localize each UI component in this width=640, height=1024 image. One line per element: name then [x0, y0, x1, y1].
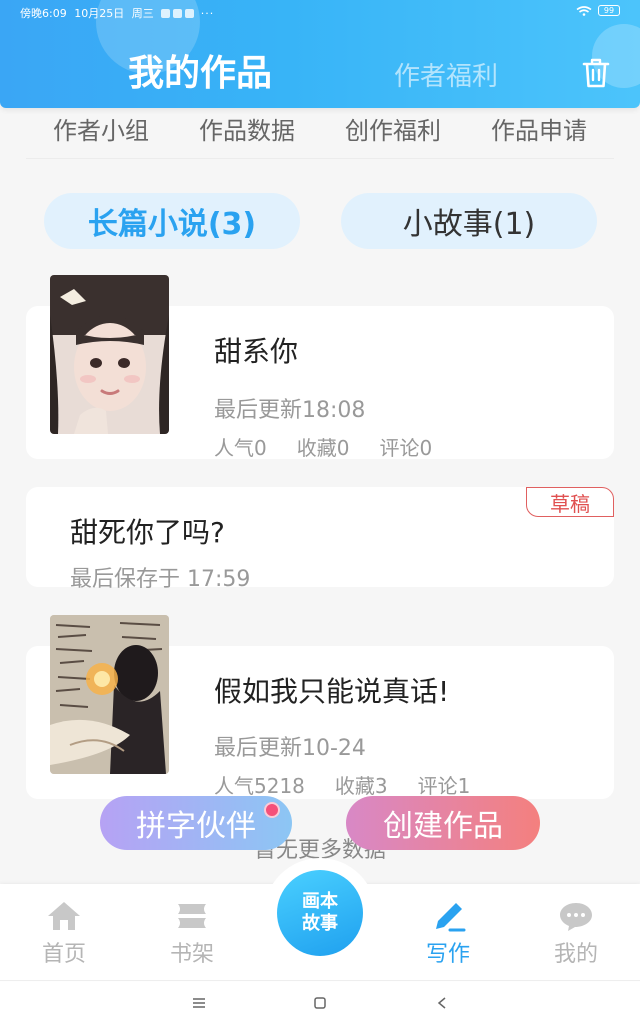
status-bar: 傍晚6:09 10月25日 周三 ··· 99 [0, 0, 640, 26]
status-time: 傍晚6:09 [20, 7, 67, 20]
trash-icon[interactable] [580, 56, 612, 90]
work-title: 甜系你 [214, 335, 299, 368]
work-stats: 人气0 收藏0 评论0 [214, 432, 432, 461]
nav-bookshelf-label: 书架 [169, 942, 214, 967]
work-cover-image[interactable] [50, 615, 169, 774]
nav-write[interactable]: 写作 [398, 884, 498, 980]
home-square-icon[interactable] [313, 996, 327, 1010]
system-nav-bar [0, 980, 640, 1024]
nav-home[interactable]: 首页 [14, 884, 114, 980]
work-title: 甜死你了吗? [70, 516, 225, 549]
picture-story-button[interactable]: 画本 故事 [277, 870, 363, 956]
wifi-icon [576, 5, 592, 16]
picture-story-label-2: 故事 [302, 913, 338, 934]
work-last-updated: 最后更新10-24 [214, 736, 366, 761]
divider [26, 158, 614, 159]
status-weekday: 周三 [131, 7, 154, 20]
tab-my-works[interactable]: 我的作品 [128, 44, 272, 96]
work-popularity: 人气0 [214, 436, 267, 460]
back-icon[interactable] [436, 996, 448, 1010]
home-icon [48, 902, 80, 930]
tab-short-story[interactable]: 小故事(1) [341, 193, 597, 249]
nav-home-label: 首页 [41, 942, 86, 967]
work-title: 假如我只能说真话! [214, 675, 450, 708]
status-left: 傍晚6:09 10月25日 周三 ··· [20, 5, 218, 21]
notification-dot [264, 802, 280, 818]
work-stats: 人气5218 收藏3 评论1 [214, 770, 470, 799]
work-last-saved: 最后保存于 17:59 [70, 567, 251, 592]
app-header: 傍晚6:09 10月25日 周三 ··· 99 我的作品 作者福利 [0, 0, 640, 108]
tab-author-benefits[interactable]: 作者福利 [394, 56, 498, 93]
writing-partner-label: 拼字伙伴 [136, 809, 256, 844]
battery-icon: 99 [598, 5, 620, 16]
notification-icon [185, 9, 195, 18]
work-favorites: 收藏0 [296, 436, 350, 460]
nav-mine-label: 我的 [553, 942, 598, 967]
create-work-label: 创建作品 [383, 809, 503, 844]
draft-card[interactable]: 甜死你了吗? 最后保存于 17:59 草稿 [26, 487, 614, 592]
nav-bookshelf[interactable]: 书架 [142, 884, 242, 980]
nav-mine[interactable]: 我的 [526, 884, 626, 980]
writing-partner-button[interactable]: 拼字伙伴 [100, 796, 292, 850]
submenu-item-work-application[interactable]: 作品申请 [491, 111, 587, 146]
author-submenu: 作者小组 作品数据 创作福利 作品申请 [0, 100, 640, 156]
work-favorites: 收藏3 [334, 774, 388, 798]
work-cover-image[interactable] [50, 275, 169, 434]
status-right: 99 [576, 5, 620, 16]
nav-write-label: 写作 [425, 942, 470, 967]
picture-story-label-1: 画本 [302, 891, 338, 912]
notification-icon [161, 9, 171, 18]
create-work-button[interactable]: 创建作品 [346, 796, 540, 850]
work-comments: 评论0 [379, 436, 433, 460]
pen-icon [436, 903, 466, 932]
menu-icon[interactable] [192, 997, 206, 1009]
work-last-updated: 最后更新18:08 [214, 398, 366, 423]
work-comments: 评论1 [417, 774, 471, 798]
bookshelf-icon [178, 904, 206, 928]
submenu-item-author-group[interactable]: 作者小组 [53, 111, 149, 146]
chat-icon [560, 903, 592, 931]
notification-icon [173, 9, 183, 18]
submenu-item-creation-benefits[interactable]: 创作福利 [345, 111, 441, 146]
work-popularity: 人气5218 [214, 774, 305, 798]
status-more: ··· [200, 7, 215, 20]
submenu-item-work-data[interactable]: 作品数据 [199, 111, 295, 146]
draft-badge: 草稿 [526, 487, 614, 517]
status-date: 10月25日 [74, 7, 125, 20]
tab-long-novel[interactable]: 长篇小说(3) [44, 193, 300, 249]
